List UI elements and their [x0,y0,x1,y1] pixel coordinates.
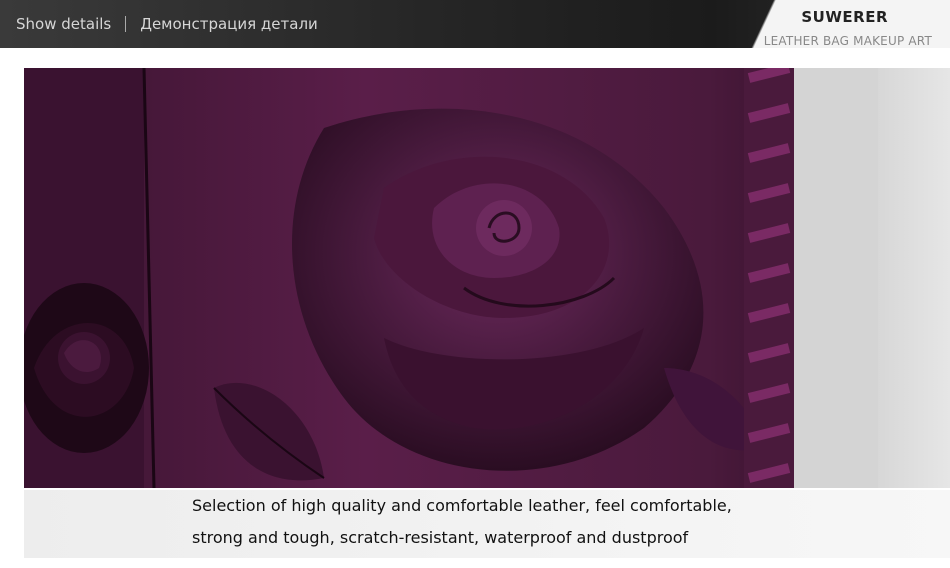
header-left: Show details Демонстрация детали [16,0,318,48]
show-details-label: Show details [16,15,112,33]
photo-right-background [794,68,878,488]
brand-tagline: LEATHER BAG MAKEUP ART [763,34,932,48]
caption: Selection of high quality and comfortabl… [192,490,932,554]
caption-line-2: strong and tough, scratch-resistant, wat… [192,528,689,547]
caption-line-1: Selection of high quality and comfortabl… [192,496,732,515]
left-rose [24,283,149,453]
rose-embossed-leather-illustration [24,68,878,488]
header-bar: Show details Демонстрация детали SUWERER… [0,0,950,48]
product-photo [24,68,878,488]
brand-name: SUWERER [801,8,888,26]
braided-edge [744,68,794,488]
show-details-ru-label: Демонстрация детали [140,15,318,33]
header-separator [125,16,127,32]
panel-seam [142,68,156,488]
brand-block: SUWERER LEATHER BAG MAKEUP ART [730,0,950,48]
main-rose [291,108,704,471]
